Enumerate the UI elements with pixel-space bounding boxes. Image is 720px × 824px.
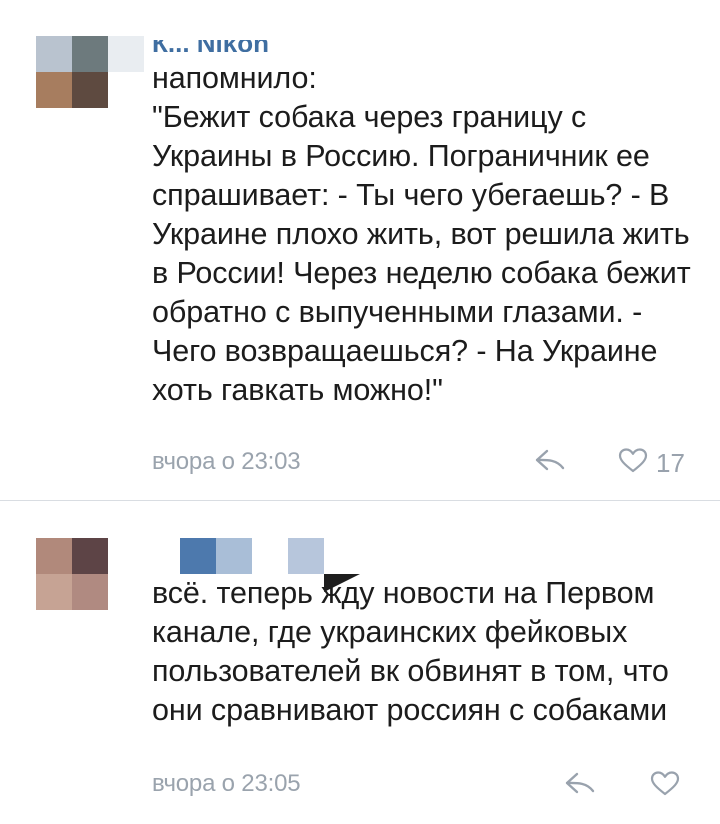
divider	[0, 500, 720, 501]
author-redaction	[216, 538, 252, 574]
comment-author[interactable]	[152, 542, 162, 566]
heart-icon	[618, 447, 648, 474]
avatar[interactable]	[36, 36, 108, 108]
reply-arrow-icon	[534, 447, 566, 473]
comment-text: всё. теперь жду новости на Первом канале…	[152, 576, 669, 727]
like-count: 17	[656, 448, 685, 478]
obscured-block	[108, 36, 144, 72]
comment: всё. теперь жду новости на Первом канале…	[0, 502, 720, 824]
reply-button[interactable]	[534, 447, 566, 473]
avatar[interactable]	[36, 538, 108, 610]
like-button[interactable]	[650, 770, 680, 797]
comment-timestamp[interactable]: вчора о 23:03	[152, 448, 301, 476]
comment-timestamp[interactable]: вчора о 23:05	[152, 770, 301, 798]
comment-author[interactable]: К... Nikon	[152, 40, 372, 52]
author-redaction	[180, 538, 216, 574]
comment: К... Nikon напомнило: "Бежит собака чере…	[0, 0, 720, 500]
reply-button[interactable]	[564, 770, 596, 796]
like-button[interactable]	[618, 447, 648, 474]
comments-list: К... Nikon напомнило: "Бежит собака чере…	[0, 0, 720, 824]
reply-arrow-icon	[564, 770, 596, 796]
comment-text: напомнило: "Бежит собака через границу с…	[152, 61, 691, 407]
author-redaction	[288, 538, 324, 574]
heart-icon	[650, 770, 680, 797]
